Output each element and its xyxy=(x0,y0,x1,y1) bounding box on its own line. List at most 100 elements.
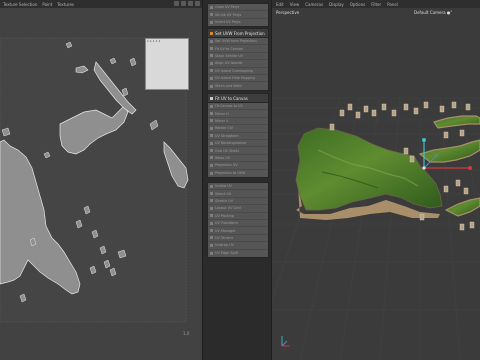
menu-edit[interactable]: Edit xyxy=(276,2,284,7)
camera-label[interactable]: Default Camera ●° xyxy=(414,10,452,15)
menu-textures[interactable]: Textures xyxy=(57,2,74,7)
cmd-item[interactable]: UV Terrace xyxy=(208,235,268,243)
uv-menubar: Texture Selection Paint Textures xyxy=(0,0,202,8)
cmd-grow-uv-polys[interactable]: Grow UV Polys xyxy=(208,4,268,12)
cmd-item[interactable]: Stretch UV xyxy=(208,198,268,206)
menu-display[interactable]: Display xyxy=(329,2,344,7)
square-icon xyxy=(210,163,213,167)
menu-view[interactable]: View xyxy=(290,2,300,7)
cmd-label: Grow UV Polys xyxy=(215,5,240,10)
uv-toolbar xyxy=(174,1,200,6)
cmd-item[interactable]: Projection UV xyxy=(208,162,268,170)
cmd-invert-uv-polys[interactable]: Invert UV Polys xyxy=(208,19,268,26)
cmd-item[interactable]: UV Straighten xyxy=(208,133,268,140)
cmd-label: UV Edge Split xyxy=(215,251,239,256)
cmd-group-4: Unfold UV Select UV Stretch UV Layout UV… xyxy=(207,182,269,258)
cmd-item[interactable]: Align UV Islands xyxy=(208,60,268,68)
menu-panel[interactable]: Panel xyxy=(387,2,398,7)
cmd-label: Fit Canvas to UV xyxy=(215,104,243,109)
cmd-item[interactable]: UV Transform xyxy=(208,220,268,228)
viewport-canvas[interactable] xyxy=(272,17,480,360)
cmd-item[interactable]: Rotate CW xyxy=(208,125,268,133)
cmd-item[interactable]: UV Rectangularize xyxy=(208,140,268,148)
cmd-item[interactable]: Mirror U xyxy=(208,110,268,118)
fit-icon[interactable] xyxy=(188,1,193,6)
cmd-item[interactable]: Stack Similar UV xyxy=(208,53,268,61)
viewport-menubar: Edit View Cameras Display Options Filter… xyxy=(272,0,480,8)
cmd-header-set-uvw[interactable]: Set UVW From Projection xyxy=(208,29,268,38)
cmd-label: Projection to UVW xyxy=(215,171,246,176)
cmd-shrink-uv-polys[interactable]: Shrink UV Polys xyxy=(208,11,268,19)
cmd-header-fit-uv[interactable]: Fit UV to Canvas xyxy=(208,94,268,103)
maximize-icon[interactable] xyxy=(195,1,200,6)
square-icon xyxy=(210,61,213,65)
cmd-header-label: Set UVW From Projection xyxy=(215,30,265,36)
cmd-label: UV Packing xyxy=(215,213,234,218)
texture-preview-thumbnail[interactable]: 1 1 1 1 1 xyxy=(145,38,189,90)
cmd-group-3: Fit UV to Canvas Fit Canvas to UV Mirror… xyxy=(207,93,269,178)
menu-texture-selection[interactable]: Texture Selection xyxy=(3,2,37,7)
cmd-label: Align UV Islands xyxy=(215,61,243,66)
square-icon xyxy=(210,134,213,138)
square-icon xyxy=(210,199,213,203)
cmd-item[interactable]: Unwrap UV xyxy=(208,242,268,250)
cmd-item[interactable]: Mirror V xyxy=(208,118,268,126)
texture-preview-label: 1 1 1 1 1 xyxy=(147,39,161,43)
cmd-item[interactable]: Set UVW from Projection xyxy=(208,38,268,46)
square-icon xyxy=(210,112,213,116)
cmd-item[interactable]: Unfold UV xyxy=(208,183,268,191)
menu-cameras[interactable]: Cameras xyxy=(305,2,323,7)
terrain-new-britain xyxy=(418,139,480,163)
cmd-item[interactable]: Select UV xyxy=(208,190,268,198)
cmd-label: UV Island Hide Mapping xyxy=(215,76,256,81)
square-icon xyxy=(210,20,213,24)
square-icon xyxy=(210,206,213,210)
square-icon xyxy=(210,221,213,225)
square-icon xyxy=(210,149,213,153)
cmd-label: Stitch and Weld xyxy=(215,84,242,89)
cmd-label: Invert UV Polys xyxy=(215,20,241,25)
cmd-label: Rotate CW xyxy=(215,126,233,131)
cmd-item[interactable]: Projection to UVW xyxy=(208,170,268,177)
cmd-label: Unfold UV xyxy=(215,184,232,189)
pan-icon[interactable] xyxy=(174,1,179,6)
cmd-item[interactable]: Stitch and Weld xyxy=(208,82,268,89)
view-name-label: Perspective xyxy=(276,10,300,15)
cmd-item[interactable]: Layout UV Grid xyxy=(208,205,268,213)
cmd-label: Relax UV xyxy=(215,155,231,160)
cmd-item[interactable]: UV Island Overlapping xyxy=(208,68,268,75)
cmd-label: Set UVW from Projection xyxy=(215,39,257,44)
menu-filter[interactable]: Filter xyxy=(371,2,381,7)
cmd-item[interactable]: UV Packing xyxy=(208,213,268,220)
square-icon xyxy=(210,251,213,255)
square-icon xyxy=(210,47,213,51)
cmd-label: Fit UV to Canvas xyxy=(215,46,243,51)
menu-options[interactable]: Options xyxy=(350,2,365,7)
uv-coordinate-label: 1,0 xyxy=(183,331,190,336)
square-icon xyxy=(210,171,213,175)
cmd-item[interactable]: Grid UV Shells xyxy=(208,147,268,155)
square-icon xyxy=(210,69,213,73)
cmd-label: Grid UV Shells xyxy=(215,148,240,153)
cmd-item[interactable]: UV Island Hide Mapping xyxy=(208,75,268,83)
cmd-label: UV Island Overlapping xyxy=(215,68,253,73)
uv-editor-panel: Texture Selection Paint Textures 1 1 1 1… xyxy=(0,0,202,360)
cmd-item[interactable]: UV Manager xyxy=(208,227,268,235)
cmd-item[interactable]: Relax UV xyxy=(208,155,268,163)
uv-command-panel: Grow UV Polys Shrink UV Polys Invert UV … xyxy=(202,0,272,360)
square-icon xyxy=(210,229,213,233)
zoom-icon[interactable] xyxy=(181,1,186,6)
cmd-item[interactable]: Fit UV to Canvas xyxy=(208,45,268,53)
cmd-item[interactable]: Fit Canvas to UV xyxy=(208,103,268,111)
cmd-group-1: Grow UV Polys Shrink UV Polys Invert UV … xyxy=(207,3,269,28)
square-icon xyxy=(210,104,213,108)
cmd-label: Select UV xyxy=(215,191,232,196)
cmd-label: Stretch UV xyxy=(215,198,234,203)
cmd-group-2: Set UVW From Projection Set UVW from Pro… xyxy=(207,28,269,91)
axis-indicator-icon xyxy=(281,336,290,347)
menu-paint[interactable]: Paint xyxy=(42,2,52,7)
cmd-item[interactable]: UV Edge Split xyxy=(208,250,268,257)
cmd-label: Mirror V xyxy=(215,118,229,123)
uv-canvas[interactable]: 1 1 1 1 1 1,0 xyxy=(0,8,202,360)
fit-canvas-icon xyxy=(210,96,213,100)
